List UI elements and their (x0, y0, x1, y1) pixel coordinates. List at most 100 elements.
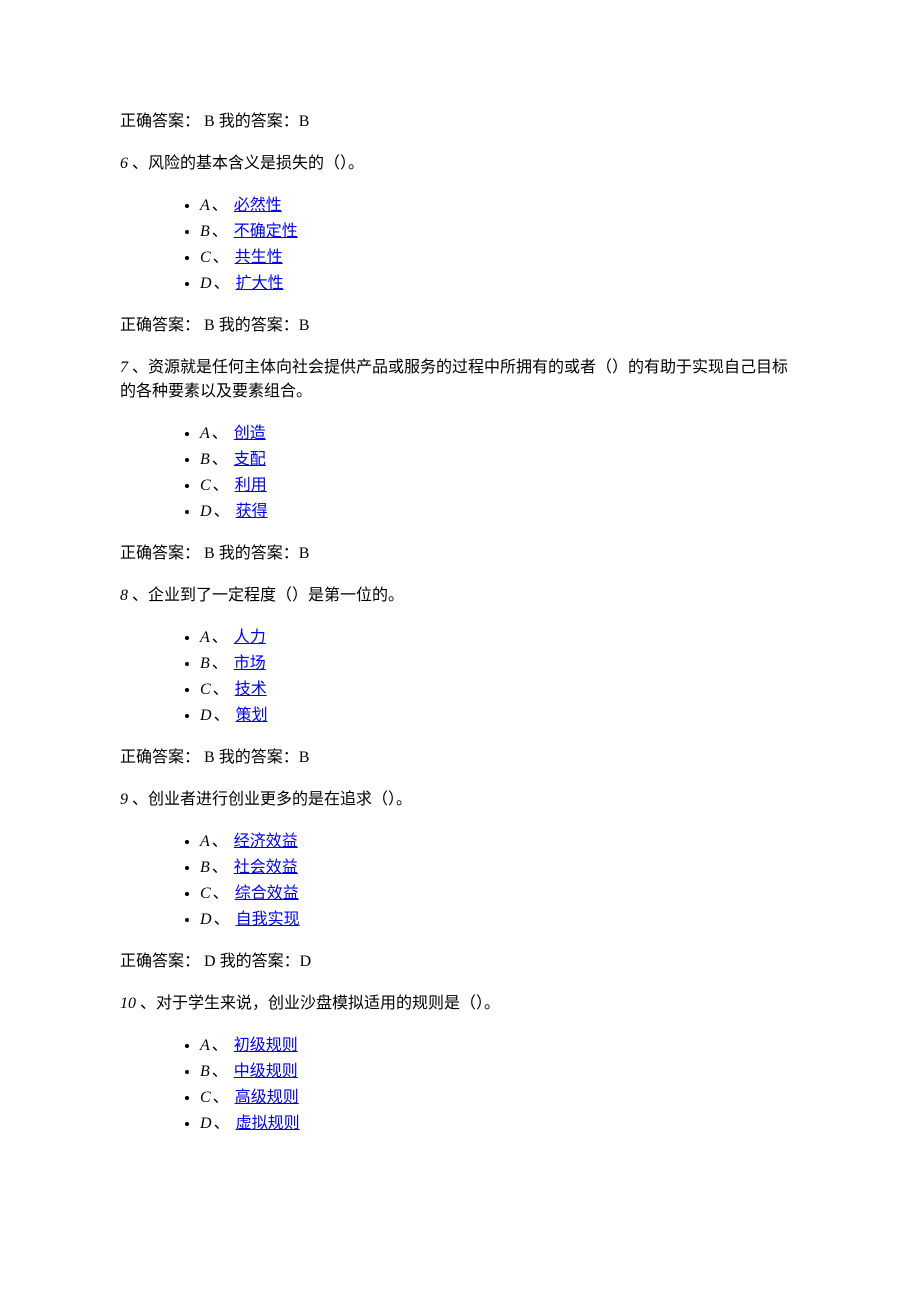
option-link[interactable]: 获得 (236, 503, 268, 520)
my-answer-label: 我的答案： (219, 545, 299, 562)
question-line: 10 、对于学生来说，创业沙盘模拟适用的规则是（）。 (120, 992, 800, 1016)
option-item: D、自我实现 (200, 908, 800, 932)
option-link[interactable]: 创造 (234, 425, 266, 442)
option-list: A、人力B、市场C、技术D、策划 (120, 626, 800, 728)
option-item: A、人力 (200, 626, 800, 650)
option-link[interactable]: 必然性 (234, 197, 282, 214)
correct-answer-label: 正确答案： (120, 749, 200, 766)
question-number: 8 (120, 587, 132, 604)
option-label: B (200, 859, 210, 876)
option-separator: 、 (212, 859, 228, 876)
option-label: C (200, 885, 211, 902)
my-answer-value: D (300, 953, 312, 970)
option-item: C、共生性 (200, 246, 800, 270)
option-item: A、初级规则 (200, 1034, 800, 1058)
option-item: B、社会效益 (200, 856, 800, 880)
correct-answer-label: 正确答案： (120, 953, 200, 970)
option-link[interactable]: 市场 (234, 655, 266, 672)
my-answer-label: 我的答案： (219, 113, 299, 130)
option-label: B (200, 655, 210, 672)
my-answer-value: B (299, 113, 310, 130)
option-separator: 、 (212, 223, 228, 240)
question-number: 7 (120, 359, 132, 376)
option-label: C (200, 477, 211, 494)
option-link[interactable]: 共生性 (235, 249, 283, 266)
correct-answer-label: 正确答案： (120, 317, 200, 334)
option-link[interactable]: 社会效益 (234, 859, 298, 876)
option-label: A (200, 425, 210, 442)
option-list: A、初级规则B、中级规则C、高级规则D、虚拟规则 (120, 1034, 800, 1136)
option-item: D、虚拟规则 (200, 1112, 800, 1136)
option-link[interactable]: 中级规则 (234, 1063, 298, 1080)
option-link[interactable]: 自我实现 (236, 911, 300, 928)
correct-answer-label: 正确答案： (120, 113, 200, 130)
option-item: D、扩大性 (200, 272, 800, 296)
option-link[interactable]: 综合效益 (235, 885, 299, 902)
option-link[interactable]: 人力 (234, 629, 266, 646)
option-label: D (200, 275, 212, 292)
option-separator: 、 (212, 629, 228, 646)
answer-line: 正确答案： D 我的答案：D (120, 950, 800, 974)
option-item: D、获得 (200, 500, 800, 524)
option-link[interactable]: 高级规则 (235, 1089, 299, 1106)
my-answer-label: 我的答案： (219, 317, 299, 334)
option-separator: 、 (213, 1089, 229, 1106)
option-separator: 、 (214, 707, 230, 724)
question-line: 7 、资源就是任何主体向社会提供产品或服务的过程中所拥有的或者（）的有助于实现自… (120, 356, 800, 404)
my-answer-label: 我的答案： (220, 953, 300, 970)
question-text: 、资源就是任何主体向社会提供产品或服务的过程中所拥有的或者（）的有助于实现自己目… (120, 359, 788, 400)
option-label: D (200, 503, 212, 520)
option-label: C (200, 681, 211, 698)
answer-line: 正确答案： B 我的答案：B (120, 110, 800, 134)
option-label: D (200, 911, 212, 928)
option-label: C (200, 249, 211, 266)
option-link[interactable]: 初级规则 (234, 1037, 298, 1054)
correct-answer-label: 正确答案： (120, 545, 200, 562)
my-answer-label: 我的答案： (219, 749, 299, 766)
option-item: D、策划 (200, 704, 800, 728)
option-link[interactable]: 策划 (236, 707, 268, 724)
option-separator: 、 (213, 681, 229, 698)
option-label: D (200, 1115, 212, 1132)
option-separator: 、 (212, 1037, 228, 1054)
option-link[interactable]: 不确定性 (234, 223, 298, 240)
option-separator: 、 (213, 885, 229, 902)
option-item: C、综合效益 (200, 882, 800, 906)
correct-answer-value: B (200, 113, 219, 130)
question-number: 6 (120, 155, 132, 172)
question-text: 、企业到了一定程度（）是第一位的。 (132, 587, 404, 604)
option-link[interactable]: 虚拟规则 (236, 1115, 300, 1132)
my-answer-value: B (299, 749, 310, 766)
option-label: A (200, 197, 210, 214)
option-separator: 、 (212, 197, 228, 214)
my-answer-value: B (299, 545, 310, 562)
option-list: A、必然性B、不确定性C、共生性D、扩大性 (120, 194, 800, 296)
option-separator: 、 (212, 655, 228, 672)
option-item: C、技术 (200, 678, 800, 702)
question-number: 10 (120, 995, 140, 1012)
answer-line: 正确答案： B 我的答案：B (120, 314, 800, 338)
option-separator: 、 (212, 1063, 228, 1080)
option-label: B (200, 223, 210, 240)
question-text: 、对于学生来说，创业沙盘模拟适用的规则是（）。 (140, 995, 500, 1012)
option-link[interactable]: 技术 (235, 681, 267, 698)
option-item: B、支配 (200, 448, 800, 472)
option-label: D (200, 707, 212, 724)
document-page: 正确答案： B 我的答案：B6 、风险的基本含义是损失的（）。A、必然性B、不确… (0, 0, 920, 1214)
option-separator: 、 (213, 477, 229, 494)
option-separator: 、 (212, 451, 228, 468)
option-link[interactable]: 扩大性 (236, 275, 284, 292)
my-answer-value: B (299, 317, 310, 334)
option-link[interactable]: 利用 (235, 477, 267, 494)
question-text: 、创业者进行创业更多的是在追求（）。 (132, 791, 412, 808)
option-item: C、高级规则 (200, 1086, 800, 1110)
option-separator: 、 (213, 249, 229, 266)
question-line: 9 、创业者进行创业更多的是在追求（）。 (120, 788, 800, 812)
option-label: A (200, 1037, 210, 1054)
option-label: B (200, 451, 210, 468)
option-link[interactable]: 经济效益 (234, 833, 298, 850)
option-label: C (200, 1089, 211, 1106)
question-text: 、风险的基本含义是损失的（）。 (132, 155, 364, 172)
option-link[interactable]: 支配 (234, 451, 266, 468)
option-separator: 、 (214, 503, 230, 520)
